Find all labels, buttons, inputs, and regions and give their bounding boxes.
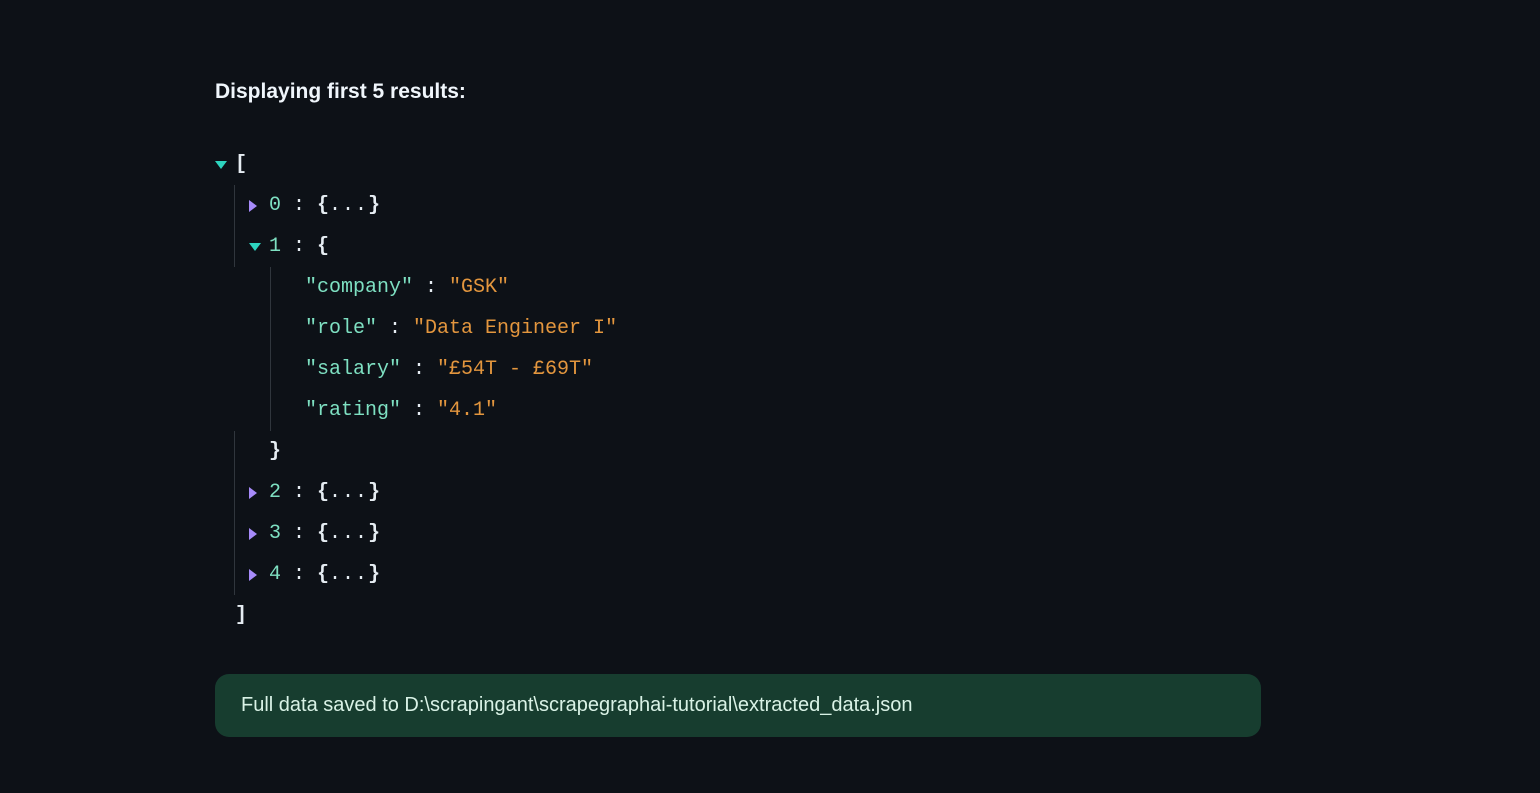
status-message: Full data saved to D:\scrapingant\scrape… [215,674,1261,737]
array-item-expanded-header[interactable]: 1 : { [215,226,1540,267]
object-entry: "rating" : "4.1" [215,390,1540,431]
json-key: "company" [305,267,413,308]
array-item-collapsed[interactable]: 0 : { ... } [215,185,1540,226]
array-index: 0 [269,185,281,226]
array-close-row: ] [215,595,1540,636]
caret-right-icon [249,528,257,540]
array-index: 4 [269,554,281,595]
caret-down-icon [249,243,261,251]
json-key: "role" [305,308,377,349]
results-heading: Displaying first 5 results: [215,80,1540,104]
object-entry: "company" : "GSK" [215,267,1540,308]
array-open-row[interactable]: [ [215,144,1540,185]
json-key: "salary" [305,349,401,390]
json-tree: [ 0 : { ... } 1 : { "company" : "GSK" "r… [215,144,1540,636]
caret-down-icon [215,161,227,169]
json-string-value: "4.1" [437,390,497,431]
array-open-bracket: [ [235,144,247,185]
caret-right-icon [249,200,257,212]
caret-right-icon [249,487,257,499]
array-close-bracket: ] [235,595,247,636]
array-index: 3 [269,513,281,554]
object-entry: "role" : "Data Engineer I" [215,308,1540,349]
caret-right-icon [249,569,257,581]
json-key: "rating" [305,390,401,431]
array-item-collapsed[interactable]: 2 : { ... } [215,472,1540,513]
json-string-value: "£54T - £69T" [437,349,593,390]
array-item-collapsed[interactable]: 4 : { ... } [215,554,1540,595]
object-entry: "salary" : "£54T - £69T" [215,349,1540,390]
json-string-value: "GSK" [449,267,509,308]
json-string-value: "Data Engineer I" [413,308,617,349]
array-item-collapsed[interactable]: 3 : { ... } [215,513,1540,554]
array-index: 1 [269,226,281,267]
array-index: 2 [269,472,281,513]
object-close-brace-row: } [215,431,1540,472]
